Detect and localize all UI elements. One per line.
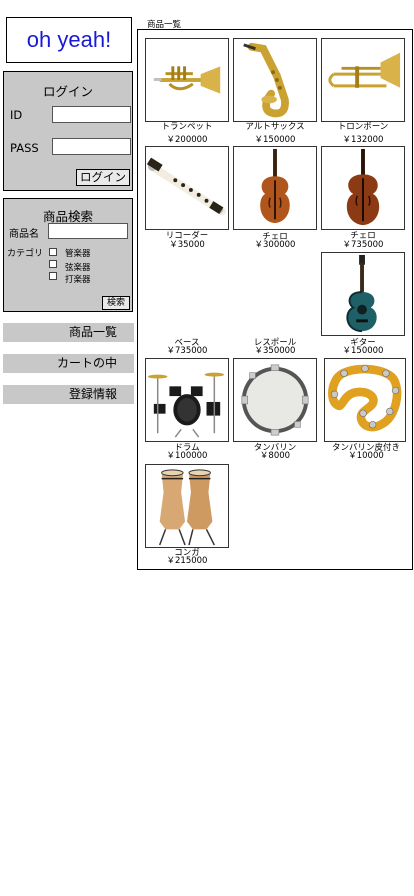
drum-kit-image[interactable]: [145, 358, 229, 442]
tambourine-ring-image[interactable]: [324, 358, 406, 442]
nav-registration[interactable]: 登録情報: [3, 385, 134, 404]
trumpet-image[interactable]: [145, 38, 229, 122]
recorder-image[interactable]: [145, 146, 229, 230]
product-name: トロンボーン: [337, 122, 389, 132]
product-name: アルトサックス: [245, 122, 305, 132]
login-pass-input[interactable]: [52, 138, 131, 155]
acoustic-guitar-image[interactable]: [321, 252, 405, 336]
saxophone-image[interactable]: [233, 38, 317, 122]
product-price: ￥735000: [342, 240, 384, 250]
login-panel: ログイン ID PASS ログイン: [3, 71, 133, 191]
id-label: ID: [10, 108, 23, 122]
product-price: ￥35000: [169, 240, 205, 250]
logo-text: oh yeah!: [26, 27, 112, 52]
category-checkbox-wind[interactable]: [49, 248, 57, 256]
product-price: ￥215000: [166, 556, 208, 566]
nav-product-list[interactable]: 商品一覧: [3, 323, 134, 342]
login-button[interactable]: ログイン: [76, 169, 130, 186]
tambourine-image[interactable]: [233, 358, 317, 442]
search-panel: 商品検索 商品名 カテゴリ 管楽器 弦楽器 打楽器 検索: [3, 198, 133, 312]
category-label-percussion: 打楽器: [65, 275, 91, 285]
category-checkbox-string[interactable]: [49, 260, 57, 268]
nav-cart[interactable]: カートの中: [3, 354, 134, 373]
trombone-image[interactable]: [321, 38, 405, 122]
product-price: ￥150000: [342, 346, 384, 356]
site-logo[interactable]: oh yeah!: [6, 17, 132, 63]
conga-image[interactable]: [145, 464, 229, 548]
product-price: ￥8000: [259, 451, 291, 461]
product-price: ￥150000: [254, 135, 296, 145]
product-price: ￥132000: [342, 135, 384, 145]
product-price: ￥300000: [254, 240, 296, 250]
category-label-string: 弦楽器: [65, 263, 91, 273]
product-name-label: 商品名: [9, 229, 39, 240]
product-name-input[interactable]: [48, 223, 128, 239]
product-price: ￥735000: [166, 346, 208, 356]
product-name: トランペット: [161, 122, 213, 132]
category-label-wind: 管楽器: [65, 249, 91, 259]
product-price: ￥200000: [166, 135, 208, 145]
cello-image[interactable]: [321, 146, 405, 230]
search-button[interactable]: 検索: [102, 296, 130, 310]
category-checkbox-percussion[interactable]: [49, 272, 57, 280]
login-id-input[interactable]: [52, 106, 131, 123]
product-catalog: トランペット ￥200000 アルトサックス ￥150000 トロンボーン ￥1…: [137, 29, 413, 570]
category-label: カテゴリ: [7, 249, 44, 259]
cello-image[interactable]: [233, 146, 317, 230]
pass-label: PASS: [10, 141, 39, 155]
product-price: ￥100000: [166, 451, 208, 461]
product-price: ￥350000: [254, 346, 296, 356]
product-price: ￥10000: [348, 451, 384, 461]
login-title: ログイン: [42, 84, 93, 99]
